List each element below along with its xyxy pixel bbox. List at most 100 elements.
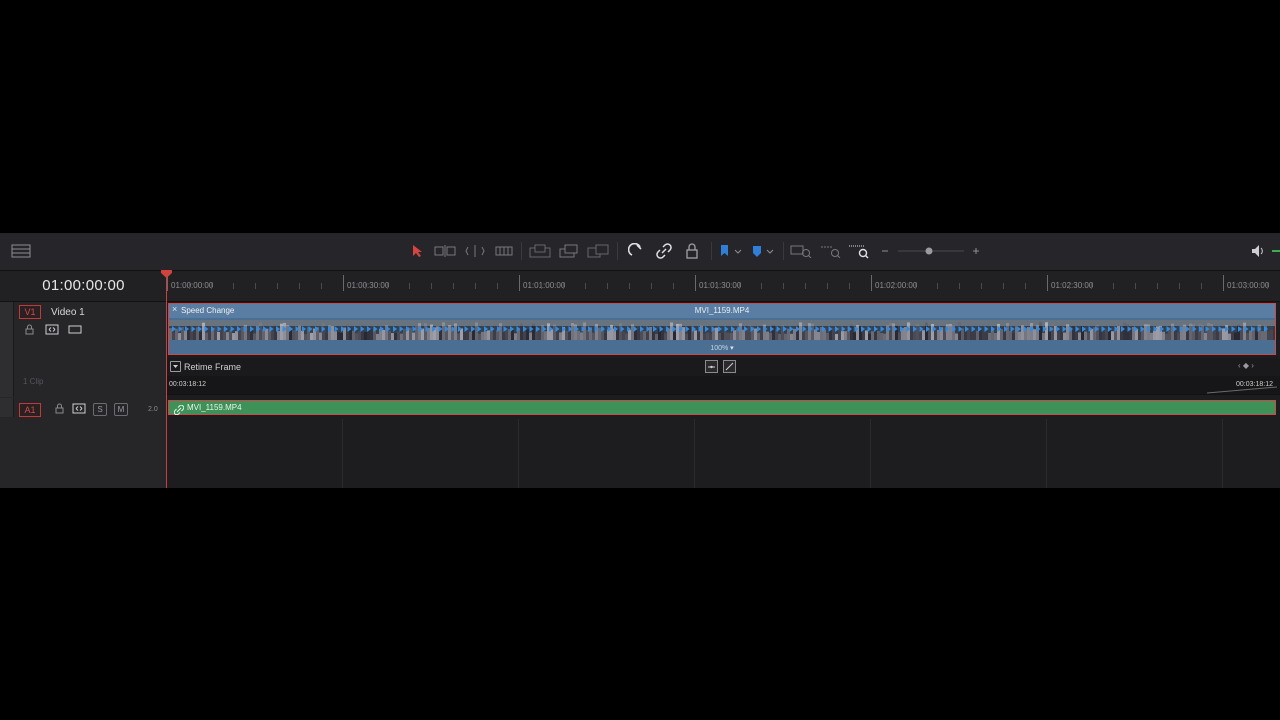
ruler-minor-tick xyxy=(981,283,982,289)
ruler-minor-tick xyxy=(1025,283,1026,289)
ruler-minor-tick xyxy=(893,283,894,289)
dynamic-trim-mode-icon[interactable] xyxy=(465,242,485,260)
keyframe-nav-icon[interactable]: ‹ ◆ › xyxy=(1238,361,1254,370)
speed-dropdown-icon[interactable]: ▾ xyxy=(730,345,734,352)
zoom-full-extent-icon[interactable] xyxy=(790,242,812,260)
ruler-minor-tick xyxy=(937,283,938,289)
ruler-minor-tick xyxy=(1135,283,1136,289)
ruler-tick-label: 01:00:00:00 xyxy=(171,281,214,290)
ruler-minor-tick xyxy=(1069,283,1070,289)
overwrite-clip-icon[interactable] xyxy=(559,242,579,260)
ruler-minor-tick xyxy=(827,283,828,289)
audio-track-lock-icon[interactable] xyxy=(55,403,64,417)
trim-edit-mode-icon[interactable] xyxy=(434,242,456,260)
speed-percentage[interactable]: 100% ▾ xyxy=(169,344,1275,352)
audio-clip-name: MVI_1159.MP4 xyxy=(187,403,242,412)
ruler-minor-tick xyxy=(959,283,960,289)
audio-clip[interactable]: MVI_1159.MP4 xyxy=(168,400,1276,416)
position-lock-icon[interactable] xyxy=(683,242,701,260)
zoom-out-icon[interactable] xyxy=(879,242,891,260)
link-icon xyxy=(173,402,185,420)
ruler-major-tick xyxy=(519,275,520,291)
ruler-minor-tick xyxy=(387,283,388,289)
ruler-minor-tick xyxy=(321,283,322,289)
audio-meter-indicator xyxy=(1272,242,1280,260)
ruler-minor-tick xyxy=(1201,283,1202,289)
ease-in-icon[interactable] xyxy=(705,360,718,373)
linked-selection-icon[interactable] xyxy=(655,242,673,260)
zoom-detail-icon[interactable] xyxy=(820,242,842,260)
playhead-handle[interactable] xyxy=(161,270,172,278)
ruler-minor-tick xyxy=(365,283,366,289)
ruler-minor-tick xyxy=(651,283,652,289)
timeline-toolbar xyxy=(0,233,1280,271)
ruler-minor-tick xyxy=(805,283,806,289)
ruler-minor-tick xyxy=(849,283,850,289)
audio-track-auto-select-icon[interactable] xyxy=(72,403,86,417)
ruler-minor-tick xyxy=(409,283,410,289)
retime-frame-label: Retime Frame xyxy=(184,362,242,372)
video-track-name[interactable]: Video 1 xyxy=(51,307,85,318)
ruler-minor-tick xyxy=(673,283,674,289)
flag-icon[interactable] xyxy=(718,242,744,260)
ruler-minor-tick xyxy=(563,283,564,289)
ruler-minor-tick xyxy=(1157,283,1158,289)
ruler-major-tick xyxy=(695,275,696,291)
current-timecode: 01:00:00:00 xyxy=(42,277,125,294)
snapping-icon[interactable] xyxy=(627,242,645,260)
video-track-auto-select-icon[interactable] xyxy=(45,324,59,338)
blade-edit-mode-icon[interactable] xyxy=(495,242,513,260)
playhead-line[interactable] xyxy=(166,273,167,488)
selection-mode-icon[interactable] xyxy=(409,242,425,260)
video-clip-name: MVI_1159.MP4 xyxy=(694,306,750,315)
clip-thumbnail-strip xyxy=(169,320,1275,340)
timeline-view-options-icon[interactable] xyxy=(11,242,31,260)
ruler-minor-tick xyxy=(607,283,608,289)
retime-timecode-row: 00:03:18:12 00:03:18:12 xyxy=(167,376,1280,395)
track-headers: V1 Video 1 1 Clip A1 S M 2.0 xyxy=(0,302,168,488)
video-track-tag[interactable]: V1 xyxy=(19,305,41,319)
ruler-minor-tick xyxy=(1267,283,1268,289)
timeline-ruler[interactable]: 01:00:00:00 01:00:30:00 01:01:00:00 01:01:3… xyxy=(167,271,1280,302)
timeline-tracks: × Speed Change MVI_1159.MP4 100% ▾ Retim… xyxy=(167,302,1280,488)
ruler-tick-label: 01:02:00:00 xyxy=(875,281,918,290)
ruler-major-tick xyxy=(1047,275,1048,291)
ruler-minor-tick xyxy=(211,283,212,289)
video-track-lock-icon[interactable] xyxy=(25,324,34,338)
video-track-enable-icon[interactable] xyxy=(68,324,82,338)
audio-mute-button[interactable]: M xyxy=(114,403,128,416)
ruler-major-tick xyxy=(1223,275,1224,291)
ruler-minor-tick xyxy=(255,283,256,289)
ruler-minor-tick xyxy=(453,283,454,289)
video-clip[interactable]: × Speed Change MVI_1159.MP4 100% ▾ xyxy=(168,303,1276,355)
audio-volume-icon[interactable] xyxy=(1250,242,1266,260)
timecode-display[interactable]: 01:00:00:00 xyxy=(0,271,167,302)
ruler-tick-label: 01:03:00:00 xyxy=(1227,281,1270,290)
ruler-minor-tick xyxy=(1113,283,1114,289)
ruler-minor-tick xyxy=(783,283,784,289)
audio-track-tag[interactable]: A1 xyxy=(19,403,41,417)
replace-clip-icon[interactable] xyxy=(587,242,609,260)
retime-dropdown-icon[interactable] xyxy=(170,361,181,372)
insert-clip-icon[interactable] xyxy=(529,242,551,260)
ruler-minor-tick xyxy=(1245,283,1246,289)
timeline-panel: 01:00:00:00 01:00:00:00 01:00:30:00 01:01:… xyxy=(0,233,1280,488)
marker-icon[interactable] xyxy=(750,242,776,260)
ruler-tick-label: 01:00:30:00 xyxy=(347,281,390,290)
ruler-minor-tick xyxy=(541,283,542,289)
ruler-minor-tick xyxy=(1179,283,1180,289)
retime-curve-row: Retime Frame ‹ ◆ › xyxy=(167,358,1280,376)
zoom-slider[interactable] xyxy=(896,242,966,260)
audio-solo-button[interactable]: S xyxy=(93,403,107,416)
ease-out-icon[interactable] xyxy=(723,360,736,373)
zoom-in-icon[interactable] xyxy=(970,242,982,260)
ruler-minor-tick xyxy=(717,283,718,289)
zoom-custom-icon[interactable] xyxy=(848,242,870,260)
ruler-minor-tick xyxy=(189,283,190,289)
ruler-minor-tick xyxy=(299,283,300,289)
ruler-minor-tick xyxy=(431,283,432,289)
ruler-minor-tick xyxy=(497,283,498,289)
ruler-minor-tick xyxy=(277,283,278,289)
ruler-tick-label: 01:01:30:00 xyxy=(699,281,742,290)
ruler-minor-tick xyxy=(585,283,586,289)
